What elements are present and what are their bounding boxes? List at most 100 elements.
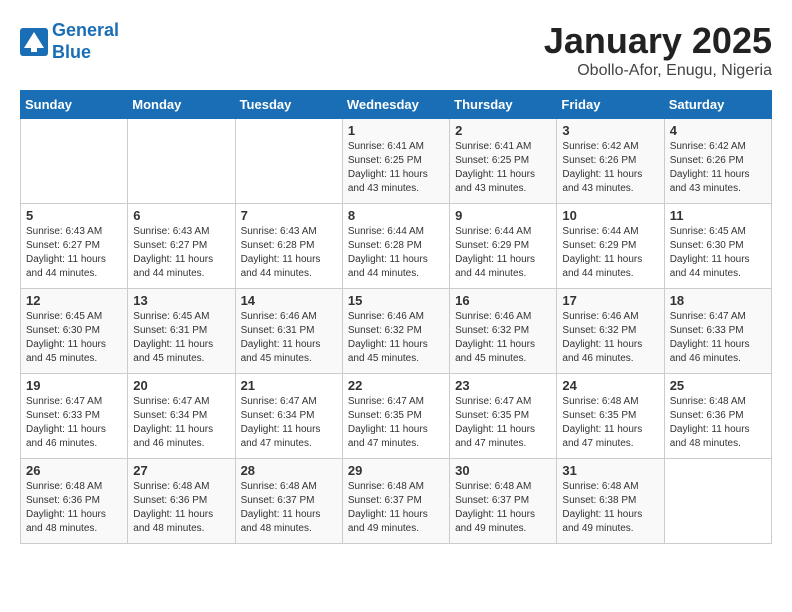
day-info: Sunrise: 6:48 AMSunset: 6:35 PMDaylight:… [562, 396, 642, 449]
calendar-cell: 21 Sunrise: 6:47 AMSunset: 6:34 PMDayligh… [235, 374, 342, 459]
day-info: Sunrise: 6:41 AMSunset: 6:25 PMDaylight:… [348, 141, 428, 194]
day-number: 20 [133, 378, 229, 393]
calendar-cell: 1 Sunrise: 6:41 AMSunset: 6:25 PMDaylight… [342, 119, 449, 204]
calendar-cell: 15 Sunrise: 6:46 AMSunset: 6:32 PMDayligh… [342, 289, 449, 374]
day-number: 29 [348, 463, 444, 478]
day-info: Sunrise: 6:46 AMSunset: 6:32 PMDaylight:… [348, 311, 428, 364]
day-info: Sunrise: 6:42 AMSunset: 6:26 PMDaylight:… [670, 141, 750, 194]
calendar-week-row: 26 Sunrise: 6:48 AMSunset: 6:36 PMDayligh… [21, 459, 772, 544]
day-number: 16 [455, 293, 551, 308]
weekday-header-thursday: Thursday [450, 91, 557, 119]
day-info: Sunrise: 6:48 AMSunset: 6:37 PMDaylight:… [455, 481, 535, 534]
calendar-cell: 7 Sunrise: 6:43 AMSunset: 6:28 PMDaylight… [235, 204, 342, 289]
day-info: Sunrise: 6:44 AMSunset: 6:29 PMDaylight:… [455, 226, 535, 279]
day-number: 6 [133, 208, 229, 223]
day-info: Sunrise: 6:43 AMSunset: 6:27 PMDaylight:… [26, 226, 106, 279]
day-info: Sunrise: 6:46 AMSunset: 6:32 PMDaylight:… [455, 311, 535, 364]
day-number: 11 [670, 208, 766, 223]
calendar-cell: 19 Sunrise: 6:47 AMSunset: 6:33 PMDayligh… [21, 374, 128, 459]
day-number: 31 [562, 463, 658, 478]
day-info: Sunrise: 6:48 AMSunset: 6:36 PMDaylight:… [26, 481, 106, 534]
page-header: General Blue January 2025 Obollo-Afor, E… [20, 20, 772, 80]
calendar-week-row: 19 Sunrise: 6:47 AMSunset: 6:33 PMDayligh… [21, 374, 772, 459]
calendar-week-row: 1 Sunrise: 6:41 AMSunset: 6:25 PMDaylight… [21, 119, 772, 204]
weekday-header-friday: Friday [557, 91, 664, 119]
calendar-cell: 17 Sunrise: 6:46 AMSunset: 6:32 PMDayligh… [557, 289, 664, 374]
day-info: Sunrise: 6:47 AMSunset: 6:35 PMDaylight:… [455, 396, 535, 449]
calendar-cell: 30Sunrise: 6:48 AMSunset: 6:37 PMDayligh… [450, 459, 557, 544]
day-info: Sunrise: 6:43 AMSunset: 6:27 PMDaylight:… [133, 226, 213, 279]
day-number: 4 [670, 123, 766, 138]
calendar-cell [235, 119, 342, 204]
day-number: 14 [241, 293, 337, 308]
day-number: 10 [562, 208, 658, 223]
day-info: Sunrise: 6:45 AMSunset: 6:30 PMDaylight:… [670, 226, 750, 279]
day-info: Sunrise: 6:45 AMSunset: 6:31 PMDaylight:… [133, 311, 213, 364]
day-info: Sunrise: 6:43 AMSunset: 6:28 PMDaylight:… [241, 226, 321, 279]
day-number: 3 [562, 123, 658, 138]
title-block: January 2025 Obollo-Afor, Enugu, Nigeria [544, 20, 772, 80]
calendar-cell: 27Sunrise: 6:48 AMSunset: 6:36 PMDayligh… [128, 459, 235, 544]
day-number: 1 [348, 123, 444, 138]
day-info: Sunrise: 6:44 AMSunset: 6:29 PMDaylight:… [562, 226, 642, 279]
calendar-cell: 5Sunrise: 6:43 AMSunset: 6:27 PMDaylight… [21, 204, 128, 289]
day-number: 27 [133, 463, 229, 478]
day-number: 15 [348, 293, 444, 308]
calendar-cell: 31 Sunrise: 6:48 AMSunset: 6:38 PMDayligh… [557, 459, 664, 544]
calendar-cell [128, 119, 235, 204]
weekday-header-saturday: Saturday [664, 91, 771, 119]
calendar-cell: 28Sunrise: 6:48 AMSunset: 6:37 PMDayligh… [235, 459, 342, 544]
calendar-cell: 13 Sunrise: 6:45 AMSunset: 6:31 PMDayligh… [128, 289, 235, 374]
day-number: 19 [26, 378, 122, 393]
day-info: Sunrise: 6:48 AMSunset: 6:38 PMDaylight:… [562, 481, 642, 534]
calendar-cell: 3Sunrise: 6:42 AMSunset: 6:26 PMDaylight… [557, 119, 664, 204]
calendar-cell: 25 Sunrise: 6:48 AMSunset: 6:36 PMDayligh… [664, 374, 771, 459]
calendar-week-row: 5Sunrise: 6:43 AMSunset: 6:27 PMDaylight… [21, 204, 772, 289]
calendar-cell: 22 Sunrise: 6:47 AMSunset: 6:35 PMDayligh… [342, 374, 449, 459]
calendar-cell: 24Sunrise: 6:48 AMSunset: 6:35 PMDayligh… [557, 374, 664, 459]
calendar-table: SundayMondayTuesdayWednesdayThursdayFrid… [20, 90, 772, 544]
calendar-cell: 8 Sunrise: 6:44 AMSunset: 6:28 PMDaylight… [342, 204, 449, 289]
day-info: Sunrise: 6:48 AMSunset: 6:37 PMDaylight:… [241, 481, 321, 534]
day-info: Sunrise: 6:47 AMSunset: 6:33 PMDaylight:… [26, 396, 106, 449]
day-number: 2 [455, 123, 551, 138]
calendar-cell: 16 Sunrise: 6:46 AMSunset: 6:32 PMDayligh… [450, 289, 557, 374]
calendar-cell: 11 Sunrise: 6:45 AMSunset: 6:30 PMDayligh… [664, 204, 771, 289]
weekday-header-wednesday: Wednesday [342, 91, 449, 119]
weekday-header-tuesday: Tuesday [235, 91, 342, 119]
calendar-cell: 2 Sunrise: 6:41 AMSunset: 6:25 PMDaylight… [450, 119, 557, 204]
calendar-cell: 10 Sunrise: 6:44 AMSunset: 6:29 PMDayligh… [557, 204, 664, 289]
calendar-cell [664, 459, 771, 544]
day-number: 7 [241, 208, 337, 223]
day-info: Sunrise: 6:47 AMSunset: 6:35 PMDaylight:… [348, 396, 428, 449]
calendar-cell: 9 Sunrise: 6:44 AMSunset: 6:29 PMDaylight… [450, 204, 557, 289]
day-number: 18 [670, 293, 766, 308]
day-info: Sunrise: 6:45 AMSunset: 6:30 PMDaylight:… [26, 311, 106, 364]
calendar-cell: 14 Sunrise: 6:46 AMSunset: 6:31 PMDayligh… [235, 289, 342, 374]
calendar-cell: 6 Sunrise: 6:43 AMSunset: 6:27 PMDaylight… [128, 204, 235, 289]
logo: General Blue [20, 20, 119, 63]
calendar-cell: 4 Sunrise: 6:42 AMSunset: 6:26 PMDaylight… [664, 119, 771, 204]
day-number: 8 [348, 208, 444, 223]
day-info: Sunrise: 6:47 AMSunset: 6:34 PMDaylight:… [241, 396, 321, 449]
calendar-cell: 20Sunrise: 6:47 AMSunset: 6:34 PMDayligh… [128, 374, 235, 459]
weekday-header-row: SundayMondayTuesdayWednesdayThursdayFrid… [21, 91, 772, 119]
weekday-header-sunday: Sunday [21, 91, 128, 119]
logo-icon [20, 28, 48, 56]
day-info: Sunrise: 6:48 AMSunset: 6:37 PMDaylight:… [348, 481, 428, 534]
day-info: Sunrise: 6:41 AMSunset: 6:25 PMDaylight:… [455, 141, 535, 194]
day-number: 17 [562, 293, 658, 308]
day-info: Sunrise: 6:44 AMSunset: 6:28 PMDaylight:… [348, 226, 428, 279]
calendar-cell: 12Sunrise: 6:45 AMSunset: 6:30 PMDayligh… [21, 289, 128, 374]
day-number: 21 [241, 378, 337, 393]
day-number: 26 [26, 463, 122, 478]
day-info: Sunrise: 6:48 AMSunset: 6:36 PMDaylight:… [670, 396, 750, 449]
day-info: Sunrise: 6:47 AMSunset: 6:33 PMDaylight:… [670, 311, 750, 364]
day-info: Sunrise: 6:46 AMSunset: 6:32 PMDaylight:… [562, 311, 642, 364]
day-number: 13 [133, 293, 229, 308]
day-number: 9 [455, 208, 551, 223]
day-number: 22 [348, 378, 444, 393]
calendar-cell: 29 Sunrise: 6:48 AMSunset: 6:37 PMDayligh… [342, 459, 449, 544]
day-number: 25 [670, 378, 766, 393]
day-info: Sunrise: 6:46 AMSunset: 6:31 PMDaylight:… [241, 311, 321, 364]
